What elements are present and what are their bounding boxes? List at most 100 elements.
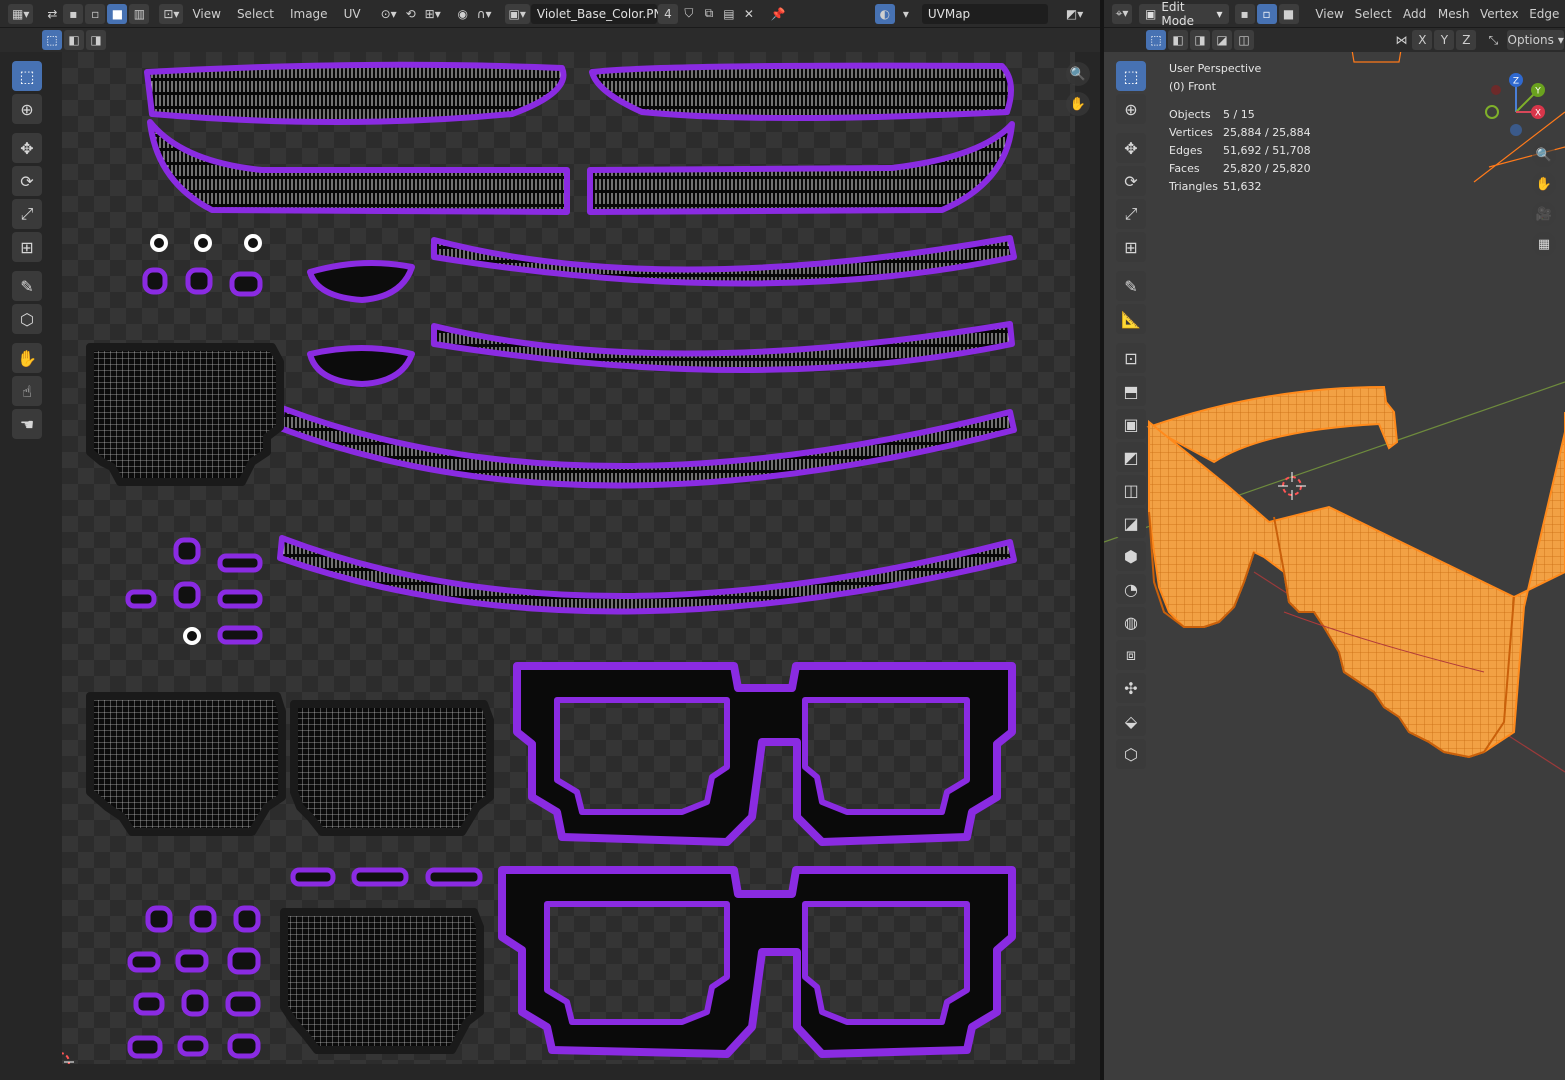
uv-island-small[interactable] (189, 905, 217, 933)
overlays-dropdown-icon[interactable]: ▾ (896, 4, 916, 24)
menu-view[interactable]: View (184, 4, 228, 24)
uv-island-small[interactable] (425, 867, 483, 887)
tool-rotate-icon[interactable]: ⟳ (12, 166, 42, 196)
vp-tool-polybuild-icon[interactable]: ⬢ (1116, 541, 1146, 571)
uv-island-small[interactable] (229, 271, 263, 297)
image-browse-icon[interactable]: ▣▾ (504, 3, 530, 24)
editor-type-icon[interactable]: ▦▾ (8, 3, 34, 24)
uv-island-small[interactable] (125, 589, 157, 609)
tool-rip-icon[interactable]: ⬡ (12, 304, 42, 334)
vp-tool-cursor-icon[interactable]: ⊕ (1116, 94, 1146, 124)
menu-uv[interactable]: UV (336, 4, 369, 24)
uv-island-small[interactable] (175, 949, 209, 973)
viewport-select-subtract-icon[interactable]: ◨ (1190, 30, 1210, 50)
mirror-icon[interactable]: ⋈ (1391, 30, 1411, 50)
vp-camera-icon[interactable]: 🎥 (1532, 202, 1556, 226)
uv-island-arm-top-left[interactable] (144, 61, 567, 125)
uv-map-field[interactable]: UVMap (921, 3, 1048, 24)
uv-island-small[interactable] (177, 1035, 209, 1057)
menu-image[interactable]: Image (282, 4, 336, 24)
sticky-select-icon[interactable]: ⊡▾ (159, 3, 184, 24)
uv-island-small[interactable] (127, 1035, 163, 1059)
uv-island-small[interactable] (227, 1033, 261, 1059)
vp-tool-annotate-icon[interactable]: ✎ (1116, 271, 1146, 301)
uv-sync-icon[interactable]: ⇄ (42, 4, 62, 24)
viewport-select-intersect-icon[interactable]: ◫ (1234, 30, 1254, 50)
unlink-image-icon[interactable]: ✕ (739, 4, 759, 24)
uv-island-ring[interactable] (150, 234, 168, 252)
viewport-editor-type-icon[interactable]: ⌖▾ (1112, 3, 1132, 24)
uv-island-small[interactable] (227, 947, 261, 975)
uv-island-small[interactable] (142, 267, 168, 295)
vp-tool-edge-slide-icon[interactable]: ⧈ (1116, 640, 1146, 670)
tool-pinch-icon[interactable]: ☚ (12, 409, 42, 439)
vp-tool-inset-icon[interactable]: ▣ (1116, 409, 1146, 439)
uv-island-arm-top-right[interactable] (589, 62, 1014, 121)
pan-hand-icon[interactable]: ✋ (1066, 92, 1090, 116)
tool-annotate-icon[interactable]: ✎ (12, 271, 42, 301)
select-box-mode-extend-icon[interactable]: ◧ (64, 30, 84, 50)
mirror-x[interactable]: X (1412, 30, 1433, 50)
viewport-select-difference-icon[interactable]: ◪ (1212, 30, 1232, 50)
viewport-menu-select[interactable]: Select (1350, 4, 1397, 24)
tool-cursor-icon[interactable]: ⊕ (12, 94, 42, 124)
vp-ortho-grid-icon[interactable]: ▦ (1532, 232, 1556, 256)
uv-island-small[interactable] (173, 581, 201, 609)
uv-island-lens-block[interactable] (86, 343, 284, 486)
proportional-edit-icon[interactable]: ◉ (453, 4, 473, 24)
tool-relax-icon[interactable]: ☝ (12, 376, 42, 406)
vp-tool-measure-icon[interactable]: 📐 (1116, 304, 1146, 334)
vp-pan-hand-icon[interactable]: ✋ (1532, 172, 1556, 196)
image-name-field[interactable]: Violet_Base_Color.PNG (530, 3, 672, 24)
vp-zoom-icon[interactable]: 🔍 (1532, 143, 1556, 167)
vp-tool-rip-icon[interactable]: ⬡ (1116, 739, 1146, 769)
vp-tool-move-icon[interactable]: ✥ (1116, 133, 1146, 163)
vp-tool-shear-icon[interactable]: ⬙ (1116, 706, 1146, 736)
viewport-3d[interactable]: Z Y X (1104, 52, 1565, 1080)
overlays-icon[interactable]: ◐ (874, 3, 895, 24)
select-mode-face-icon[interactable]: ■ (107, 3, 128, 24)
fake-user-icon[interactable]: ⛉ (679, 4, 699, 24)
falloff-icon[interactable]: ∩▾ (473, 4, 496, 24)
uv-island-small[interactable] (233, 905, 261, 933)
uv-island-small[interactable] (173, 537, 201, 565)
snap-icon[interactable]: ⟲ (401, 4, 421, 24)
vp-tool-bevel-icon[interactable]: ◩ (1116, 442, 1146, 472)
pin-icon[interactable]: 📌 (767, 4, 790, 24)
mirror-y[interactable]: Y (1434, 30, 1455, 50)
uv-island-small[interactable] (225, 991, 261, 1017)
select-mode-vertex-icon[interactable]: ▪ (63, 3, 84, 24)
vp-tool-smooth-icon[interactable]: ◍ (1116, 607, 1146, 637)
uv-island-ring[interactable] (244, 234, 262, 252)
uv-island-small[interactable] (351, 867, 409, 887)
vp-tool-knife-icon[interactable]: ◪ (1116, 508, 1146, 538)
vertex-select-icon[interactable]: ▪ (1234, 3, 1255, 24)
uv-island-small[interactable] (217, 625, 263, 645)
uv-island-lens-block[interactable] (86, 692, 286, 836)
viewport-menu-mesh[interactable]: Mesh (1432, 4, 1475, 24)
vp-tool-spin-icon[interactable]: ◔ (1116, 574, 1146, 604)
uv-island-small[interactable] (217, 553, 263, 573)
menu-select[interactable]: Select (229, 4, 282, 24)
tool-transform-icon[interactable]: ⊞ (12, 232, 42, 262)
new-image-icon[interactable]: ⧉ (699, 4, 719, 24)
mesh-tools-icon[interactable]: ⤡ (1483, 30, 1503, 50)
vp-tool-rotate-icon[interactable]: ⟳ (1116, 166, 1146, 196)
uv-island-small[interactable] (185, 267, 213, 295)
uv-island-small[interactable] (217, 589, 263, 609)
uv-island-small[interactable] (127, 951, 161, 973)
edge-select-icon[interactable]: ▫ (1256, 3, 1277, 24)
tool-move-icon[interactable]: ✥ (12, 133, 42, 163)
viewport-menu-edge[interactable]: Edge (1524, 4, 1565, 24)
face-select-icon[interactable]: ■ (1278, 3, 1299, 24)
vp-tool-scale-icon[interactable]: ⤢ (1116, 199, 1146, 229)
viewport-menu-add[interactable]: Add (1397, 4, 1433, 24)
select-mode-edge-icon[interactable]: ▫ (85, 3, 106, 24)
select-box-mode-subtract-icon[interactable]: ◨ (86, 30, 106, 50)
options-dropdown[interactable]: Options ▾ (1507, 30, 1564, 50)
uv-island-ring[interactable] (183, 627, 201, 645)
uv-island-small[interactable] (133, 992, 165, 1016)
snap-target-icon[interactable]: ⊞▾ (421, 4, 445, 24)
uv-island-ring[interactable] (194, 234, 212, 252)
uv-island-small[interactable] (181, 989, 209, 1017)
